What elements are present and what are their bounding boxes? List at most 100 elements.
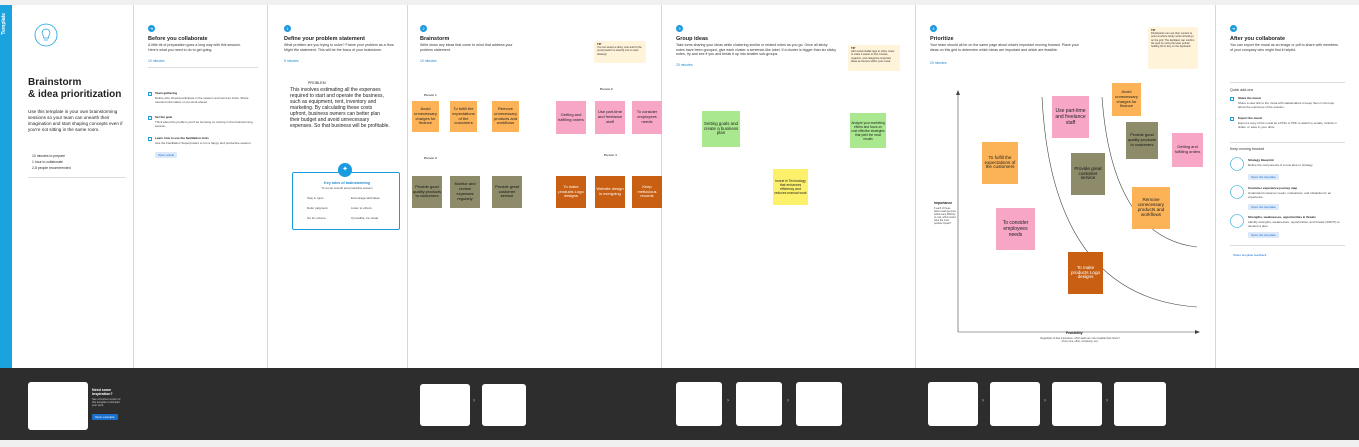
person-2-label: Person 2 xyxy=(600,87,613,91)
rule-5: Go for volume. xyxy=(307,216,327,220)
qa-export-title: Export the mural xyxy=(1238,116,1262,120)
keep-moving-title: Keep moving forward xyxy=(1230,147,1264,151)
sticky-note[interactable]: Monitor and review expenses regularly xyxy=(450,176,480,208)
sticky-note[interactable]: Invest in Technology that enhances effic… xyxy=(773,169,808,205)
prioritize-desc: Your team should all be on the same page… xyxy=(930,43,1079,52)
checkbox-icon[interactable] xyxy=(1230,117,1234,121)
tip-text: Participants can use their cursors to po… xyxy=(1151,32,1195,49)
problem-statement[interactable]: This involves estimating all the expense… xyxy=(290,87,390,129)
prioritize-time: 20 minutes xyxy=(930,61,947,65)
sticky-note[interactable]: Remove unnecessary products and workflow… xyxy=(492,101,519,132)
brainstorm-title: Brainstorm xyxy=(420,36,450,42)
intro-stat-people: 2-8 people recommended xyxy=(32,166,71,170)
brainstorm-desc: Write down any ideas that come to mind t… xyxy=(420,43,513,52)
brainstorm-panel: 2 Brainstorm Write down any ideas that c… xyxy=(408,5,662,368)
define-title: Define your problem statement xyxy=(284,36,365,42)
sticky-note[interactable]: Website design is evergoing xyxy=(595,176,625,208)
group-title: Group ideas xyxy=(676,36,709,42)
define-panel: 1 Define your problem statement What pro… xyxy=(268,5,408,368)
sticky-note[interactable]: Avoid unnecessary charges for finance xyxy=(412,101,439,132)
arrow-right-icon: › xyxy=(787,398,789,404)
kf-swot-desc: Identify strengths, weaknesses, opportun… xyxy=(1248,220,1340,228)
arrow-right-icon: › xyxy=(1044,398,1046,404)
lightbulb-icon xyxy=(34,23,58,47)
group-panel: 3 Group ideas Take turns sharing your id… xyxy=(662,5,916,368)
rule-6: If possible, be visual. xyxy=(351,216,379,220)
sticky-note[interactable]: To make products Logo designs xyxy=(556,176,586,208)
sticky-note[interactable]: To consider employees needs xyxy=(996,208,1035,250)
brainstorm-thumbnail xyxy=(482,384,526,426)
intro-description: Use this template in your own brainstorm… xyxy=(28,109,123,132)
step-a-desc: Define who should participate in the ses… xyxy=(155,96,249,104)
sticky-note[interactable]: Provide great customer service xyxy=(492,176,522,208)
open-template-button[interactable]: Open the template xyxy=(1248,204,1279,210)
sticky-note[interactable]: To fulfill the expectations of the custo… xyxy=(982,142,1018,184)
divider xyxy=(148,67,258,68)
before-panel: ➜ Before you collaborate A little bit of… xyxy=(134,5,268,368)
tip-text: You can select a sticky note and hit the… xyxy=(597,46,642,56)
qa-share-desc: Share a view link to the mural with stak… xyxy=(1238,101,1335,109)
open-template-button[interactable]: Open the template xyxy=(1248,232,1279,238)
share-feedback-link[interactable]: Share template feedback xyxy=(1230,252,1269,258)
step-number-icon: ➜ xyxy=(1230,25,1237,32)
before-title: Before you collaborate xyxy=(148,36,208,42)
sticky-note[interactable]: Analyze your marketing efforts and focus… xyxy=(850,113,886,148)
checkbox-icon[interactable] xyxy=(148,116,152,120)
y-axis-desc: If each of these tasks could get done wi… xyxy=(934,207,956,225)
open-template-button[interactable]: Open the template xyxy=(1248,174,1279,180)
example-thumbnail[interactable] xyxy=(28,382,88,430)
open-example-button[interactable]: Open example xyxy=(92,414,118,420)
sticky-note[interactable]: Remove unnecessary products and workflow… xyxy=(1132,187,1170,229)
sticky-note[interactable]: To consider employees needs xyxy=(632,101,662,134)
arrow-right-icon: › xyxy=(727,398,729,404)
rules-subtitle: To run an smooth and productive session xyxy=(321,186,373,190)
rule-4: Listen to others. xyxy=(351,206,373,210)
arrow-right-icon: › xyxy=(1106,398,1108,404)
kf-journey-title: Customer experience journey map xyxy=(1248,186,1298,190)
sticky-note[interactable]: Provide good quality products to custome… xyxy=(1126,122,1158,159)
rule-1: Stay in topic. xyxy=(307,196,325,200)
prioritize-thumbnail xyxy=(1052,382,1102,426)
kf-strategy-title: Strategy blueprint xyxy=(1248,158,1274,162)
intro-stat-collaborate: 1 hour to collaborate xyxy=(32,160,63,164)
inspiration-title: Need some inspiration? xyxy=(92,388,113,396)
person-3-label: Person 3 xyxy=(424,156,437,160)
rules-box: ✦ Key rules of brainstorming To run an s… xyxy=(292,163,400,230)
y-axis-label: Importance xyxy=(934,201,953,205)
step-a-title: Team gathering xyxy=(155,91,178,95)
open-article-button[interactable]: Open article xyxy=(155,152,178,158)
inspiration-desc: See a finished version of this template … xyxy=(92,398,121,407)
step-number-icon: ➜ xyxy=(148,25,155,32)
sticky-note[interactable]: Keep meticulous records xyxy=(632,176,662,208)
checkbox-icon[interactable] xyxy=(148,92,152,96)
prioritize-thumbnail xyxy=(928,382,978,426)
group-time: 20 minutes xyxy=(676,63,693,67)
kf-swot-title: Strengths, weaknesses, opportunities & t… xyxy=(1248,215,1316,219)
sticky-note[interactable]: Use part-time and freelance staff xyxy=(595,101,625,134)
x-axis-desc: Regardless of their importance, which ta… xyxy=(1040,337,1120,343)
divider xyxy=(1230,245,1345,246)
swot-icon xyxy=(1230,214,1244,228)
group-thumbnail xyxy=(796,382,842,426)
sticky-note[interactable]: Avoid unnecessary charges for finance xyxy=(1112,83,1141,116)
step-number-icon: 2 xyxy=(420,25,427,32)
sticky-note[interactable]: Getting and fulfilling orders xyxy=(556,101,586,134)
step-number-icon: 4 xyxy=(930,25,937,32)
sticky-note[interactable]: Use part-time and freelance staff xyxy=(1052,96,1089,138)
group-desc: Take turns sharing your ideas while clus… xyxy=(676,43,837,57)
step-c-title: Learn how to use the facilitation tools xyxy=(155,136,209,140)
checkbox-icon[interactable] xyxy=(148,137,152,141)
rule-3: Defer judgment. xyxy=(307,206,329,210)
sticky-note[interactable]: Provide good quality products to custome… xyxy=(412,176,442,208)
kf-journey-desc: Understand customer needs, motivations, … xyxy=(1248,191,1332,199)
person-1-label: Person 1 xyxy=(424,93,437,97)
divider xyxy=(1230,142,1345,143)
sticky-note[interactable]: To make products Logo designs xyxy=(1068,252,1103,294)
sticky-note[interactable]: Getting and fulfilling orders xyxy=(1172,133,1203,167)
sticky-note[interactable]: To fulfill the expectations of the custo… xyxy=(450,101,477,132)
divider xyxy=(1230,82,1345,83)
after-panel: ➜ After you collaborate You can export t… xyxy=(1216,5,1359,368)
sticky-note[interactable]: Provide great customer service xyxy=(1071,153,1105,195)
sticky-note[interactable]: Setting goals and create a business plan xyxy=(702,111,740,147)
checkbox-icon[interactable] xyxy=(1230,97,1234,101)
